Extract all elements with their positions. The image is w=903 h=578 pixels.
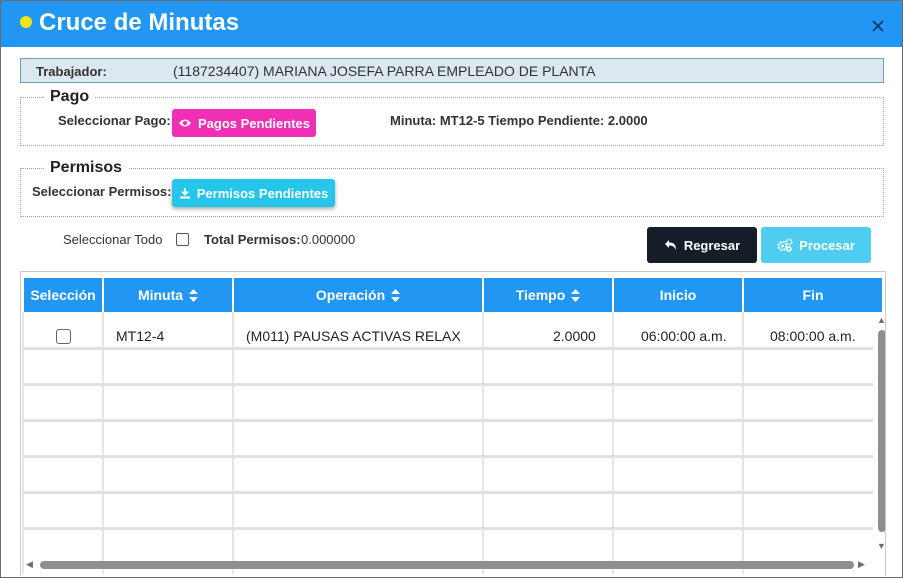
dialog-title: Cruce de Minutas — [39, 9, 240, 36]
sort-icon — [391, 288, 401, 302]
status-dot-icon — [20, 16, 32, 28]
cell-fin: 08:00:00 a.m. — [770, 328, 856, 344]
total-permisos-label: Total Permisos: — [204, 232, 301, 247]
row-divider — [23, 491, 873, 494]
undo-icon — [664, 240, 676, 250]
sort-icon — [189, 288, 199, 302]
permisos-select-label: Seleccionar Permisos: — [32, 184, 172, 199]
cell-inicio: 06:00:00 a.m. — [641, 328, 727, 344]
select-all-checkbox[interactable] — [176, 233, 189, 246]
pago-legend: Pago — [44, 88, 96, 106]
table-row[interactable]: MT12-4 (M011) PAUSAS ACTIVAS RELAX 2.000… — [23, 314, 873, 347]
scroll-up-icon[interactable]: ▲ — [877, 316, 885, 325]
column-divider — [22, 312, 24, 574]
scroll-right-icon[interactable]: ▶ — [858, 560, 865, 569]
cell-operacion: (M011) PAUSAS ACTIVAS RELAX — [246, 328, 461, 344]
dialog-titlebar: Cruce de Minutas — [1, 1, 902, 47]
select-all-label: Seleccionar Todo — [63, 232, 163, 247]
cell-tiempo: 2.0000 — [553, 328, 596, 344]
worker-value: (1187234407) MARIANA JOSEFA PARRA EMPLEA… — [173, 63, 596, 79]
column-divider — [742, 312, 744, 574]
close-icon — [872, 20, 884, 32]
download-icon — [179, 188, 190, 199]
column-divider — [482, 312, 484, 574]
column-header-tiempo[interactable]: Tiempo — [484, 278, 612, 312]
gears-icon — [777, 238, 793, 252]
cell-minuta: MT12-4 — [116, 328, 165, 344]
procesar-button[interactable]: Procesar — [761, 227, 871, 263]
column-divider — [102, 312, 104, 574]
row-divider — [23, 419, 873, 422]
pagos-pendientes-button[interactable]: Pagos Pendientes — [172, 109, 316, 137]
row-divider — [23, 383, 873, 386]
worker-label: Trabajador: — [36, 64, 107, 79]
column-header-minuta[interactable]: Minuta — [104, 278, 232, 312]
procesar-label: Procesar — [799, 237, 855, 253]
column-header-fin[interactable]: Fin — [744, 278, 882, 312]
column-divider — [612, 312, 614, 574]
vertical-scrollbar[interactable]: ▲ ▼ — [876, 314, 885, 554]
permisos-pendientes-button[interactable]: Permisos Pendientes — [172, 179, 335, 207]
row-divider — [23, 347, 873, 350]
pago-minuta-info: Minuta: MT12-5 Tiempo Pendiente: 2.0000 — [390, 113, 648, 128]
scroll-left-icon[interactable]: ◀ — [26, 560, 33, 569]
column-header-seleccion[interactable]: Selección — [24, 278, 102, 312]
permisos-legend: Permisos — [44, 159, 129, 177]
row-divider — [23, 455, 873, 458]
sort-icon — [571, 288, 581, 302]
total-permisos-value: 0.000000 — [301, 232, 356, 247]
cruce-minutas-dialog: Cruce de Minutas Trabajador: (1187234407… — [0, 0, 903, 578]
regresar-label: Regresar — [683, 237, 741, 253]
column-header-operacion[interactable]: Operación — [234, 278, 482, 312]
eye-icon — [179, 119, 191, 127]
permisos-pendientes-label: Permisos Pendientes — [196, 185, 329, 201]
horizontal-scroll-thumb[interactable] — [40, 561, 854, 569]
minutas-table: Selección Minuta Operación Tiempo Inicio… — [20, 271, 886, 576]
close-button[interactable] — [869, 17, 887, 35]
row-select-checkbox[interactable] — [56, 329, 71, 344]
row-divider — [23, 527, 873, 530]
scroll-down-icon[interactable]: ▼ — [877, 542, 885, 551]
column-header-inicio[interactable]: Inicio — [614, 278, 742, 312]
pagos-pendientes-label: Pagos Pendientes — [198, 115, 310, 131]
vertical-scroll-thumb[interactable] — [878, 330, 885, 532]
column-divider — [232, 312, 234, 574]
worker-info-bar: Trabajador: (1187234407) MARIANA JOSEFA … — [20, 58, 884, 83]
horizontal-scrollbar[interactable]: ◀ ▶ — [22, 557, 865, 573]
regresar-button[interactable]: Regresar — [647, 227, 757, 263]
pago-select-label: Seleccionar Pago: — [58, 113, 171, 128]
